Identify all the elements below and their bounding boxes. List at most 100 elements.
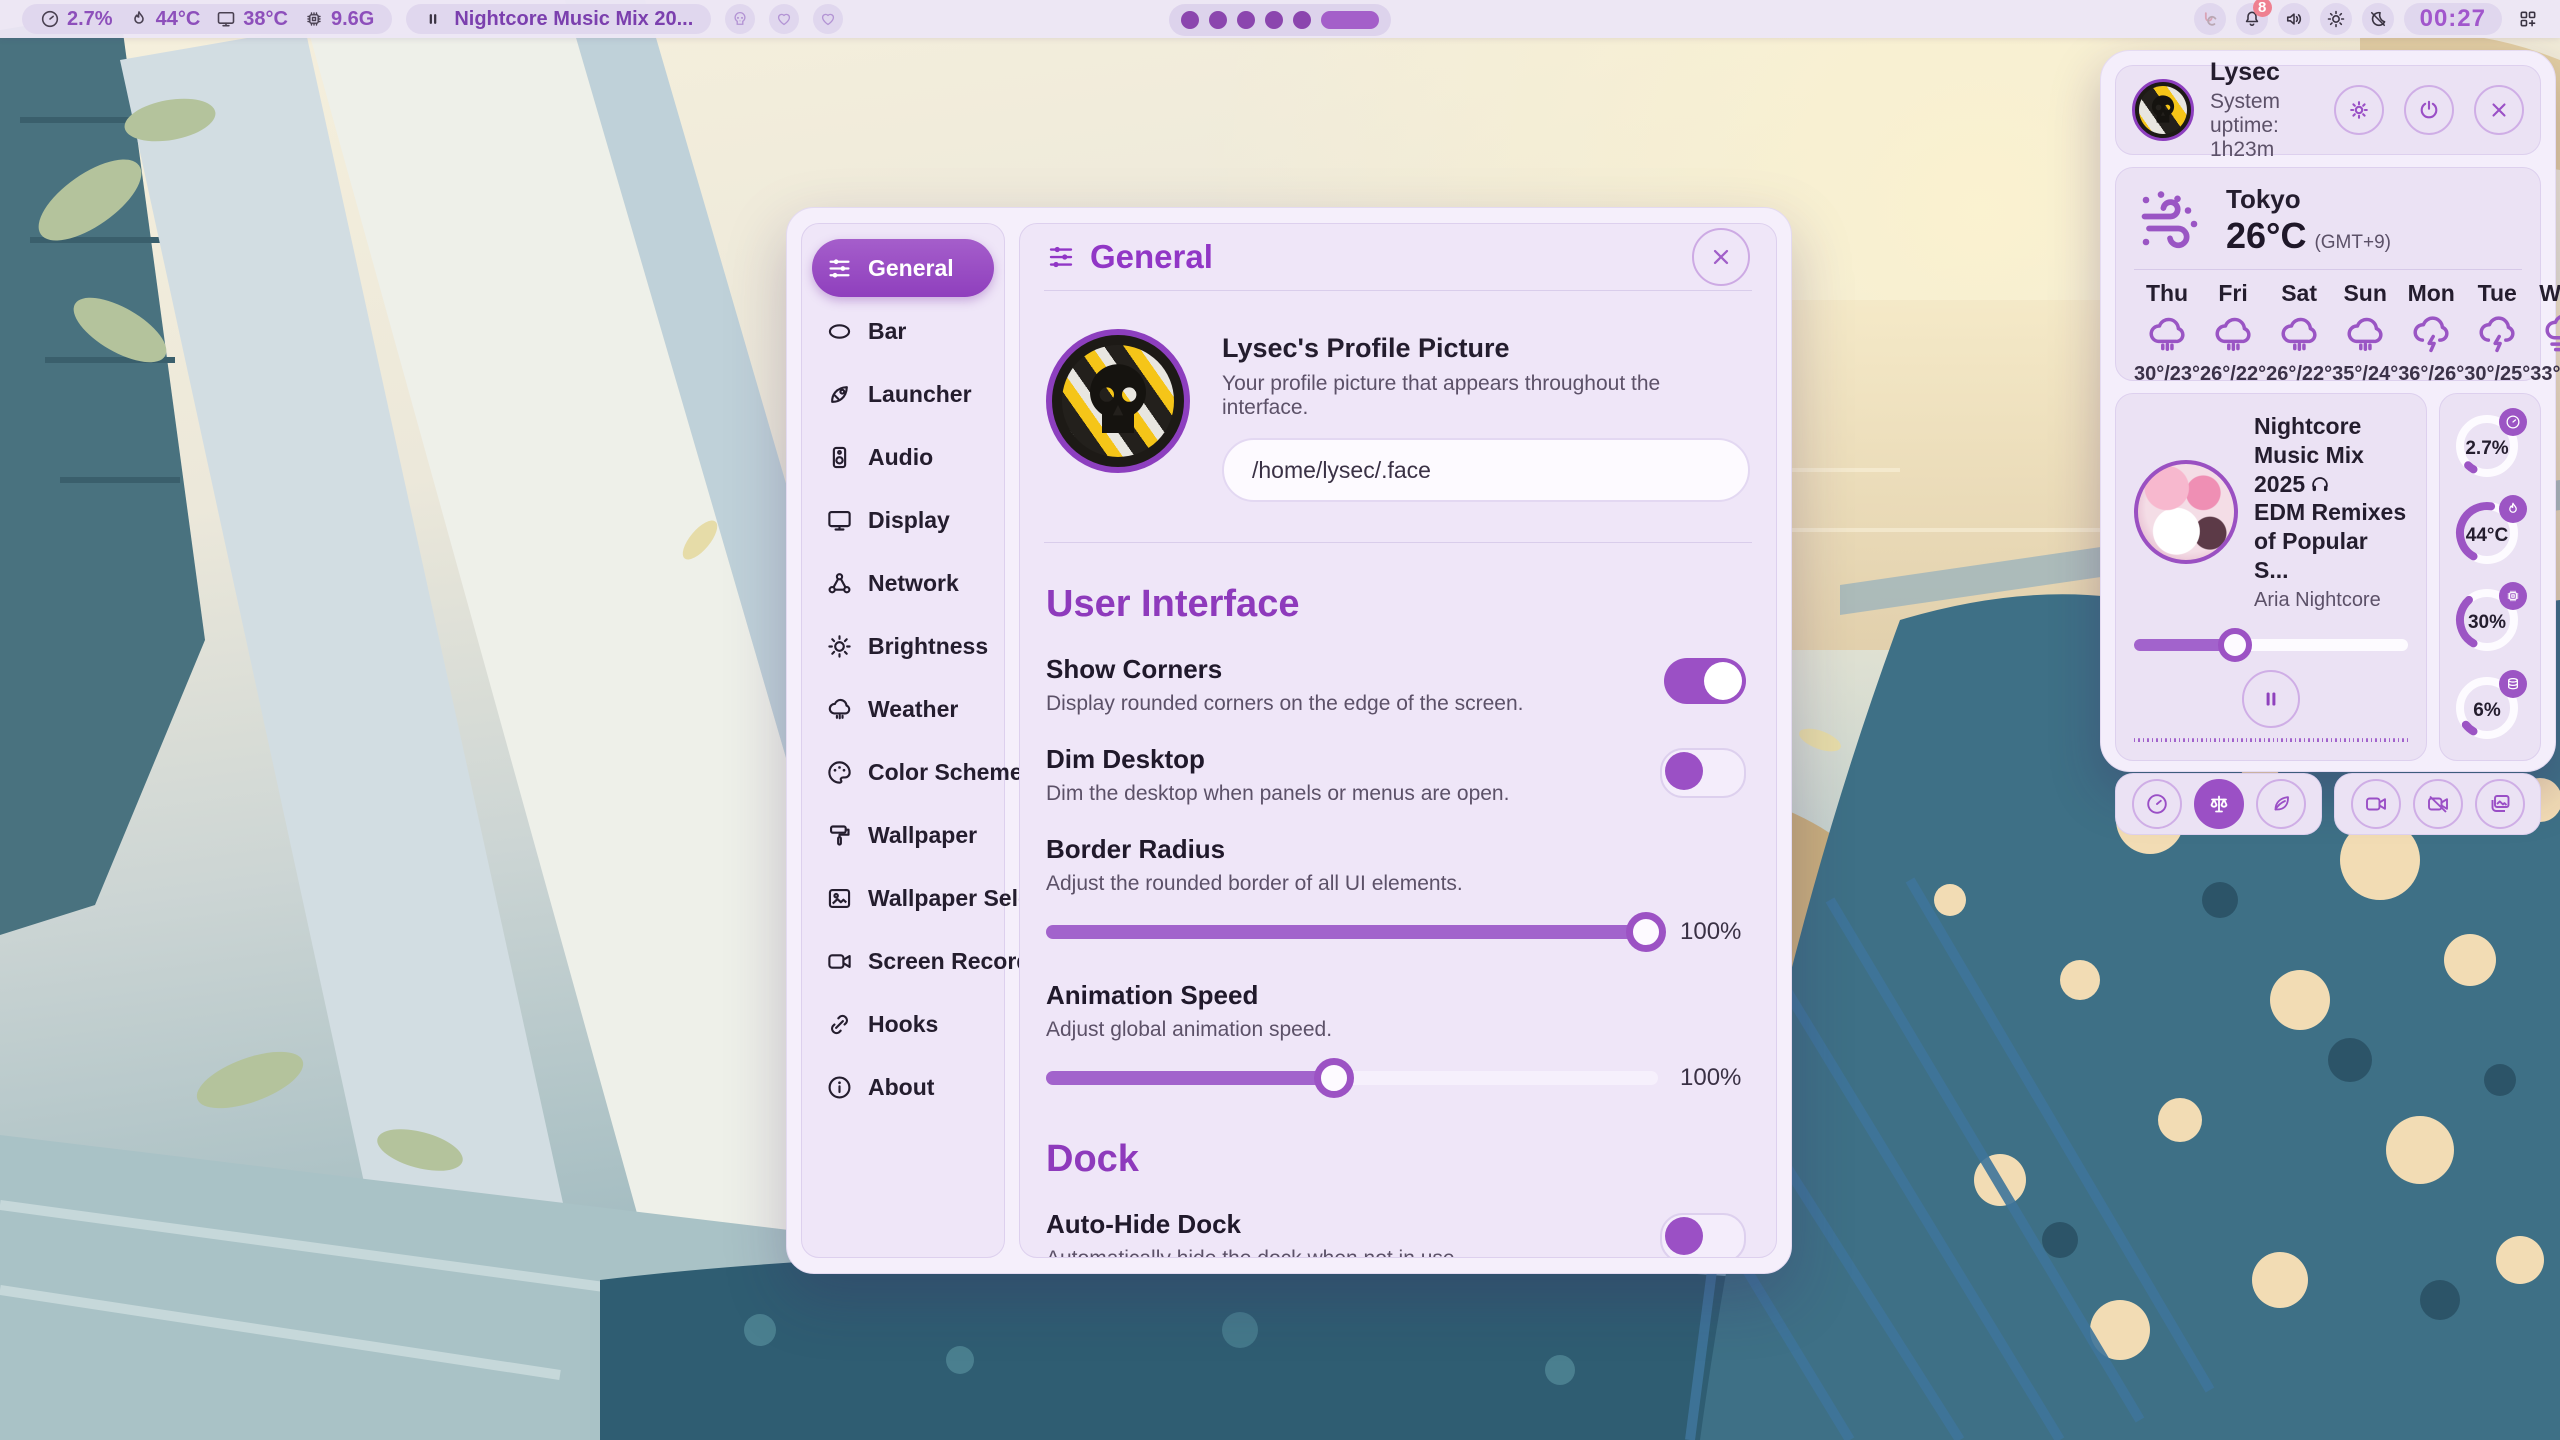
album-art — [2134, 460, 2238, 564]
sidebar-item-screen-recorder[interactable]: Screen Recorder — [812, 932, 994, 990]
overview-button[interactable] — [2512, 3, 2544, 35]
workspace-dot[interactable] — [1237, 11, 1255, 29]
images-icon — [2488, 792, 2512, 816]
visualizer-bar — [2138, 738, 2139, 742]
visualizer-bar — [2179, 738, 2180, 742]
rain-cloud-icon — [826, 696, 853, 723]
visualizer-bar — [2402, 738, 2403, 742]
visualizer-bar — [2152, 738, 2153, 742]
media-player-card: Nightcore Music Mix 2025 EDM Remixes of … — [2115, 393, 2427, 761]
workspace-dot[interactable] — [1181, 11, 1199, 29]
profile-path-input[interactable] — [1222, 438, 1750, 502]
auto-hide-dock-row: Auto-Hide Dock Automatically hide the do… — [1046, 1209, 1750, 1258]
visualizer-bar — [2219, 738, 2220, 742]
visualizer-bar — [2268, 738, 2269, 742]
hub-icon — [826, 570, 853, 597]
now-playing-pill[interactable]: Nightcore Music Mix 20... — [406, 4, 711, 34]
weather-card: Tokyo 26°C(GMT+9) Thu 30°/23° Fri 26°/22… — [2115, 167, 2541, 381]
visualizer-bar — [2134, 738, 2135, 742]
power-button[interactable] — [2404, 85, 2454, 135]
sidebar-item-display[interactable]: Display — [812, 491, 994, 549]
sidebar-item-color-scheme[interactable]: Color Scheme — [812, 743, 994, 801]
workspace-indicator[interactable] — [1169, 4, 1391, 36]
weather-city: Tokyo — [2226, 184, 2391, 215]
visualizer-bar — [2308, 738, 2309, 742]
systray-app-button[interactable] — [2194, 3, 2226, 35]
pause-button[interactable] — [2242, 670, 2300, 728]
dim-desktop-toggle[interactable] — [1660, 748, 1746, 798]
audio-visualizer — [2134, 738, 2408, 742]
border-radius-slider[interactable] — [1046, 912, 1658, 952]
sidebar-item-brightness[interactable]: Brightness — [812, 617, 994, 675]
forecast-day: Sun 35°/24° — [2332, 280, 2398, 386]
visualizer-bar — [2281, 738, 2282, 742]
heart-tray-button-2[interactable] — [813, 4, 843, 34]
screen-record-button[interactable] — [2351, 779, 2401, 829]
clock[interactable]: 00:27 — [2404, 3, 2502, 35]
visualizer-bar — [2259, 738, 2260, 742]
settings-sidebar: General Bar Launcher Audio Display Netwo… — [801, 223, 1005, 1258]
animation-speed-slider[interactable] — [1046, 1058, 1658, 1098]
disk-usage-gauge: 6% — [2453, 674, 2527, 742]
palette-icon — [826, 759, 853, 786]
sidebar-item-general[interactable]: General — [812, 239, 994, 297]
panel-settings-button[interactable] — [2334, 85, 2384, 135]
visualizer-bar — [2170, 738, 2171, 742]
wallpaper-gallery-button[interactable] — [2475, 779, 2525, 829]
visualizer-bar — [2273, 738, 2274, 742]
visualizer-bar — [2264, 738, 2265, 742]
sidebar-item-launcher[interactable]: Launcher — [812, 365, 994, 423]
workspace-dot[interactable] — [1209, 11, 1227, 29]
info-icon — [826, 1074, 853, 1101]
skull-tray-button[interactable] — [725, 4, 755, 34]
sidebar-item-wallpaper-selector[interactable]: Wallpaper Selector — [812, 869, 994, 927]
visualizer-bar — [2210, 738, 2211, 742]
gauge-icon — [2499, 408, 2527, 436]
flame-icon — [129, 9, 149, 29]
cpu-usage-stat: 2.7% — [40, 8, 113, 31]
show-corners-toggle[interactable] — [1664, 658, 1746, 704]
auto-hide-dock-toggle[interactable] — [1660, 1213, 1746, 1258]
sidebar-item-weather[interactable]: Weather — [812, 680, 994, 738]
skull-icon — [1070, 353, 1166, 449]
night-light-button[interactable] — [2362, 3, 2394, 35]
videocam-icon — [826, 948, 853, 975]
sidebar-item-bar[interactable]: Bar — [812, 302, 994, 360]
ram-icon — [2499, 670, 2527, 698]
workspace-dot[interactable] — [1293, 11, 1311, 29]
sidebar-item-wallpaper[interactable]: Wallpaper — [812, 806, 994, 864]
notifications-button[interactable]: 8 — [2236, 3, 2268, 35]
heart-icon — [775, 10, 793, 28]
animation-speed-row: Animation Speed Adjust global animation … — [1046, 980, 1750, 1098]
volume-button[interactable] — [2278, 3, 2310, 35]
heart-tray-button-1[interactable] — [769, 4, 799, 34]
balanced-profile-button[interactable] — [2194, 779, 2244, 829]
workspace-dot[interactable] — [1265, 11, 1283, 29]
screenshot-button[interactable] — [2413, 779, 2463, 829]
brightness-button[interactable] — [2320, 3, 2352, 35]
flame-icon — [2499, 495, 2527, 523]
visualizer-bar — [2246, 738, 2247, 742]
power-saver-profile-button[interactable] — [2256, 779, 2306, 829]
panel-close-button[interactable] — [2474, 85, 2524, 135]
close-settings-button[interactable] — [1692, 228, 1750, 286]
sidebar-item-about[interactable]: About — [812, 1058, 994, 1116]
sidebar-item-hooks[interactable]: Hooks — [812, 995, 994, 1053]
visualizer-bar — [2375, 738, 2376, 742]
visualizer-bar — [2340, 738, 2341, 742]
workspace-active[interactable] — [1321, 11, 1379, 29]
performance-profile-button[interactable] — [2132, 779, 2182, 829]
settings-content: General Lysec's Profile Picture Your pro… — [1019, 223, 1777, 1258]
gauge-icon — [2145, 792, 2169, 816]
seek-slider[interactable] — [2134, 628, 2408, 662]
night-light-icon — [2368, 9, 2388, 29]
border-radius-value: 100% — [1680, 918, 1750, 946]
profile-picture[interactable] — [1046, 329, 1190, 473]
show-corners-row: Show Corners Display rounded corners on … — [1046, 654, 1750, 716]
visualizer-bar — [2143, 738, 2144, 742]
sidebar-item-network[interactable]: Network — [812, 554, 994, 612]
monitor-icon — [826, 507, 853, 534]
sidebar-item-audio[interactable]: Audio — [812, 428, 994, 486]
forecast-day: Fri 26°/22° — [2200, 280, 2266, 386]
visualizer-bar — [2344, 738, 2345, 742]
